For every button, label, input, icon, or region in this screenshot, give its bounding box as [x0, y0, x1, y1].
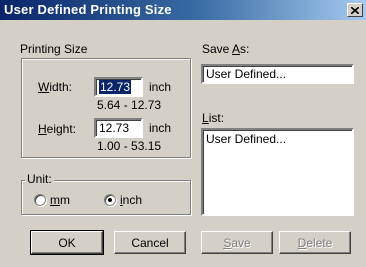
width-value: 12.73: [99, 80, 132, 94]
radio-unselected-icon[interactable]: [34, 194, 46, 206]
unit-label: Unit:: [25, 172, 54, 186]
cancel-button[interactable]: Cancel: [114, 231, 186, 254]
list-item[interactable]: User Defined...: [206, 132, 349, 147]
height-unit: inch: [149, 121, 172, 135]
title-bar: User Defined Printing Size: [0, 0, 366, 20]
width-input[interactable]: 12.73: [94, 77, 143, 97]
delete-button[interactable]: Delete: [279, 231, 351, 254]
width-range: 5.64 - 12.73: [97, 98, 162, 112]
height-input[interactable]: 12.73: [94, 118, 143, 138]
window-title: User Defined Printing Size: [4, 2, 172, 17]
save-button[interactable]: Save: [201, 231, 273, 254]
radio-inch-label: inch: [120, 193, 143, 207]
preset-listbox[interactable]: User Defined...: [201, 128, 354, 216]
save-as-value: User Defined...: [206, 67, 287, 81]
width-label: Width:: [38, 80, 73, 94]
close-icon: [351, 6, 359, 14]
radio-mm-label: mm: [50, 193, 70, 207]
save-as-label: Save As:: [202, 42, 250, 56]
dialog-window: User Defined Printing Size Printing Size…: [0, 0, 366, 267]
save-as-input[interactable]: User Defined...: [201, 64, 354, 84]
printing-size-label: Printing Size: [20, 42, 88, 56]
ok-button[interactable]: OK: [30, 230, 104, 255]
height-range: 1.00 - 53.15: [97, 139, 162, 153]
close-button[interactable]: [347, 3, 363, 17]
list-label: List:: [202, 111, 225, 125]
width-unit: inch: [149, 80, 172, 94]
height-value: 12.73: [99, 121, 130, 135]
radio-selected-icon[interactable]: [104, 194, 116, 206]
height-label: Height:: [38, 122, 77, 136]
